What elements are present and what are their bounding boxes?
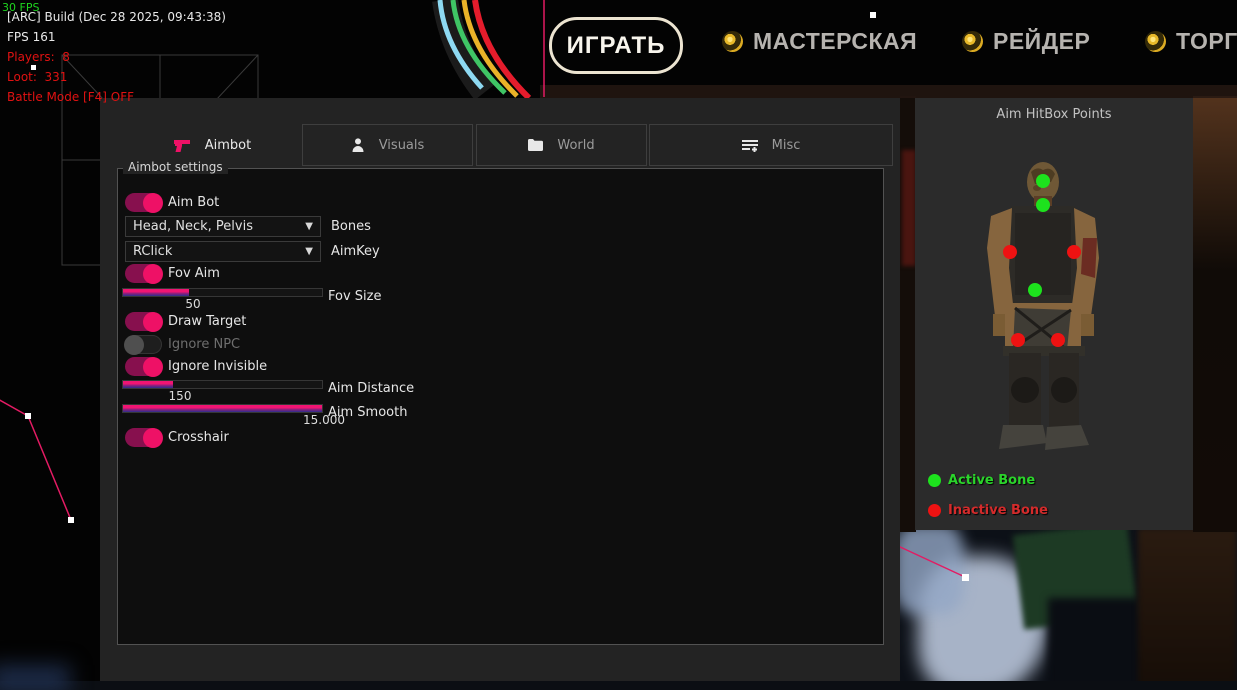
bones-label: Bones: [331, 219, 371, 234]
tab-visuals[interactable]: Visuals: [302, 124, 473, 166]
fov-size-value: 50: [185, 297, 200, 311]
sliders-icon: [742, 139, 758, 152]
menu-item-label: ТОРГО: [1176, 28, 1237, 55]
hitbox-panel-title: Aim HitBox Points: [915, 107, 1193, 122]
draw-target-toggle[interactable]: [125, 312, 162, 331]
cheat-menu-panel: Aimbot Visuals World: [100, 98, 900, 690]
legend-inactive-bone: Inactive Bone: [928, 503, 1048, 518]
player-model-preview: [915, 98, 1193, 530]
rainbow-trail: [440, 0, 529, 98]
menu-item-raider[interactable]: РЕЙДЕР: [962, 28, 1090, 55]
slider-fill: [123, 381, 173, 388]
ignore-invisible-toggle[interactable]: [125, 357, 162, 376]
hitbox-panel: Aim HitBox Points: [915, 98, 1193, 530]
pistol-icon: [174, 139, 191, 152]
slider-fill: [123, 405, 322, 412]
ignore-invisible-label: Ignore Invisible: [168, 359, 267, 374]
fov-aim-toggle[interactable]: [125, 264, 162, 283]
crosshair-label: Crosshair: [168, 430, 229, 445]
aimkey-value: RClick: [133, 244, 172, 259]
aim-smooth-label: Aim Smooth: [328, 405, 407, 420]
tab-world[interactable]: World: [476, 124, 647, 166]
folder-icon: [528, 139, 543, 151]
aim-distance-label: Aim Distance: [328, 381, 414, 396]
legend-label: Active Bone: [948, 473, 1035, 488]
aimkey-select[interactable]: RClick ▼: [125, 241, 321, 262]
ignore-npc-toggle[interactable]: [125, 335, 162, 354]
tab-label: World: [557, 138, 594, 153]
coin-icon: [1145, 31, 1166, 52]
chevron-down-icon: ▼: [305, 221, 313, 232]
green-dot-icon: [928, 474, 941, 487]
bones-value: Head, Neck, Pelvis: [133, 219, 253, 234]
slider-fill: [123, 289, 189, 296]
person-icon: [351, 138, 365, 152]
menu-item-label: МАСТЕРСКАЯ: [753, 28, 917, 55]
group-title: Aimbot settings: [123, 160, 228, 174]
fov-size-label: Fov Size: [328, 289, 381, 304]
aimbot-settings-group: Aimbot settings Aim Bot Head, Neck, Pelv…: [117, 168, 884, 645]
tab-label: Aimbot: [205, 138, 251, 153]
tab-label: Misc: [772, 138, 801, 153]
play-button[interactable]: ИГРАТЬ: [549, 17, 683, 74]
coin-icon: [962, 31, 983, 52]
tab-label: Visuals: [379, 138, 425, 153]
menu-item-label: РЕЙДЕР: [993, 28, 1090, 55]
aim-smooth-slider[interactable]: [122, 404, 323, 413]
chevron-down-icon: ▼: [305, 246, 313, 257]
coin-icon: [722, 31, 743, 52]
menu-item-workshop[interactable]: МАСТЕРСКАЯ: [722, 28, 917, 55]
fov-size-slider[interactable]: [122, 288, 323, 297]
red-dot-icon: [928, 504, 941, 517]
fov-aim-label: Fov Aim: [168, 266, 220, 281]
draw-target-label: Draw Target: [168, 314, 246, 329]
legend-label: Inactive Bone: [948, 503, 1048, 518]
aim-distance-value: 150: [169, 389, 192, 403]
background-glow: [0, 665, 70, 690]
aimkey-label: AimKey: [331, 244, 380, 259]
aim-bot-label: Aim Bot: [168, 195, 219, 210]
bones-select[interactable]: Head, Neck, Pelvis ▼: [125, 216, 321, 237]
aim-distance-slider[interactable]: [122, 380, 323, 389]
tab-misc[interactable]: Misc: [649, 124, 893, 166]
ignore-npc-label: Ignore NPC: [168, 337, 240, 352]
crosshair-toggle[interactable]: [125, 428, 162, 447]
legend-active-bone: Active Bone: [928, 473, 1035, 488]
screen: 30 FPS [ARC] Build (Dec 28 2025, 09:43:3…: [0, 0, 1237, 690]
aim-bot-toggle[interactable]: [125, 193, 162, 212]
menu-item-trade[interactable]: ТОРГО: [1145, 28, 1237, 55]
